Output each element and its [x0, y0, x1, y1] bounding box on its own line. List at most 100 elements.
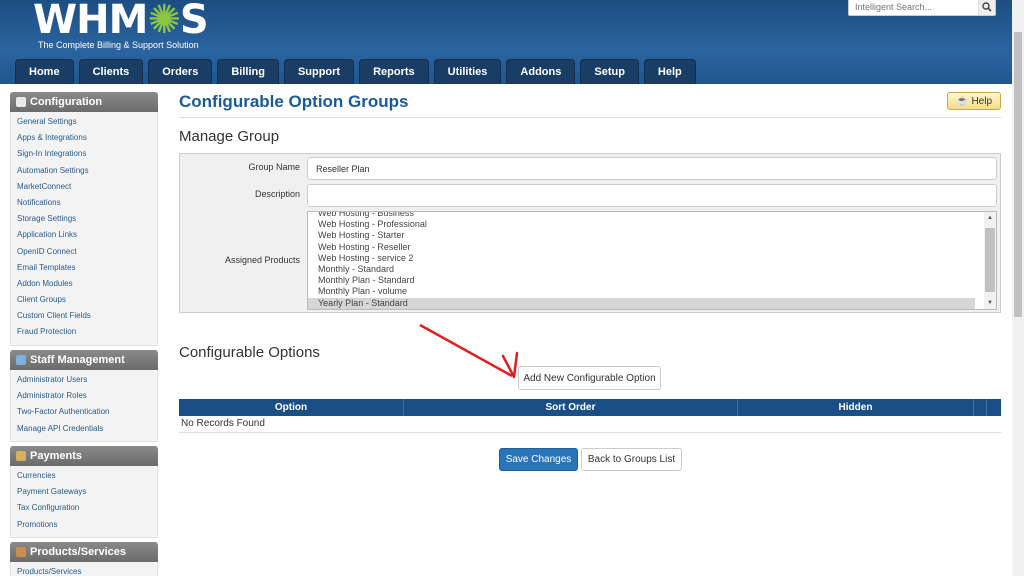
help-label: Help — [971, 95, 993, 107]
no-records-text: No Records Found — [181, 418, 265, 429]
column-header-option[interactable]: Option — [179, 399, 404, 416]
sidebar-heading-products-services: Products/Services — [10, 542, 158, 562]
sidebar-section: Configuration General Settings Apps & Inte… — [10, 92, 158, 346]
sidebar-item-manage-api-credentials[interactable]: Manage API Credentials — [11, 421, 157, 437]
sidebar-item-openid-connect[interactable]: OpenID Connect — [11, 244, 157, 260]
product-option[interactable]: Web Hosting - Business — [308, 212, 975, 219]
nav-tab-reports[interactable]: Reports — [359, 59, 429, 84]
help-button[interactable]: ☕ Help — [947, 92, 1001, 110]
sidebar-heading-label: Payments — [30, 450, 82, 462]
column-header-hidden[interactable]: Hidden — [738, 399, 974, 416]
sidebar-heading-label: Configuration — [30, 96, 103, 108]
add-configurable-option-button[interactable]: Add New Configurable Option — [518, 366, 661, 390]
page-title: Configurable Option Groups — [179, 92, 409, 111]
column-header-sort-order[interactable]: Sort Order — [404, 399, 738, 416]
listbox-scrollbar-thumb[interactable] — [985, 228, 995, 292]
sidebar-item-addon-modules[interactable]: Addon Modules — [11, 276, 157, 292]
whmcs-logo[interactable]: WHM✺S The Complete Billing & Support Sol… — [33, 0, 209, 50]
payments-icon — [16, 451, 26, 461]
search-button[interactable] — [978, 0, 995, 15]
sidebar-item-apps-integrations[interactable]: Apps & Integrations — [11, 130, 157, 146]
nav-tab-utilities[interactable]: Utilities — [433, 59, 502, 84]
sidebar-item-tax-configuration[interactable]: Tax Configuration — [11, 500, 157, 516]
sidebar-item-products-services[interactable]: Products/Services — [11, 564, 157, 576]
sidebar-item-automation-settings[interactable]: Automation Settings — [11, 163, 157, 179]
configuration-icon — [16, 97, 26, 107]
nav-tab-help[interactable]: Help — [643, 59, 696, 84]
manage-group-form: Group Name Reseller Plan Description Ass… — [179, 153, 1001, 313]
product-option[interactable]: Monthly - Standard — [308, 264, 975, 275]
nav-tab-setup[interactable]: Setup — [580, 59, 639, 84]
nav-tab-support[interactable]: Support — [283, 59, 355, 84]
product-option[interactable]: Yearly Plan - Standard — [308, 297, 975, 309]
sidebar-item-promotions[interactable]: Promotions — [11, 517, 157, 533]
sidebar-heading-configuration: Configuration — [10, 92, 158, 112]
configurable-options-title: Configurable Options — [179, 344, 320, 361]
logo-wordmark: WHM✺S — [33, 0, 209, 43]
sidebar-item-payment-gateways[interactable]: Payment Gateways — [11, 484, 157, 500]
manage-group-title: Manage Group — [179, 128, 280, 145]
group-name-label: Group Name — [248, 162, 300, 172]
nav-tab-clients[interactable]: Clients — [78, 59, 144, 84]
sidebar-list: Administrator Users Administrator Roles Tw… — [10, 370, 158, 442]
back-to-groups-button[interactable]: Back to Groups List — [581, 448, 682, 471]
sidebar-list: Currencies Payment Gateways Tax Configurat… — [10, 466, 158, 538]
search-icon — [982, 2, 992, 12]
sidebar-item-application-links[interactable]: Application Links — [11, 227, 157, 243]
nav-tab-home[interactable]: Home — [15, 59, 74, 84]
sidebar-item-two-factor-authentication[interactable]: Two-Factor Authentication — [11, 404, 157, 420]
options-table-header: Option Sort Order Hidden — [179, 399, 1001, 416]
save-changes-button[interactable]: Save Changes — [499, 448, 578, 471]
sidebar-item-fraud-protection[interactable]: Fraud Protection — [11, 324, 157, 340]
products-services-icon — [16, 547, 26, 557]
product-option[interactable]: Web Hosting - Starter — [308, 230, 975, 241]
product-option[interactable]: Web Hosting - Reseller — [308, 242, 975, 253]
sidebar-item-email-templates[interactable]: Email Templates — [11, 260, 157, 276]
sidebar-item-storage-settings[interactable]: Storage Settings — [11, 211, 157, 227]
sidebar-section: Payments Currencies Payment Gateways Tax Co… — [10, 446, 158, 538]
nav-tab-orders[interactable]: Orders — [148, 59, 213, 84]
nav-tab-billing[interactable]: Billing — [217, 59, 279, 84]
app-header: WHM✺S The Complete Billing & Support Sol… — [0, 0, 1012, 84]
group-name-field[interactable]: Reseller Plan — [307, 157, 997, 180]
sidebar-item-client-groups[interactable]: Client Groups — [11, 292, 157, 308]
sidebar-item-notifications[interactable]: Notifications — [11, 195, 157, 211]
sidebar-list: Products/Services — [10, 562, 158, 576]
sidebar-item-administrator-roles[interactable]: Administrator Roles — [11, 388, 157, 404]
sidebar-item-administrator-users[interactable]: Administrator Users — [11, 372, 157, 388]
product-option[interactable]: Web Hosting - service 2 — [308, 253, 975, 264]
column-header-blank — [974, 399, 987, 416]
sidebar-item-general-settings[interactable]: General Settings — [11, 114, 157, 130]
sidebar-heading-payments: Payments — [10, 446, 158, 466]
table-bottom-divider — [179, 432, 1001, 433]
staff-management-icon — [16, 355, 26, 365]
page-scrollbar-thumb[interactable] — [1014, 32, 1022, 317]
title-divider — [179, 117, 1001, 118]
column-header-blank — [987, 399, 1001, 416]
sidebar-heading-label: Products/Services — [30, 546, 126, 558]
help-icon: ☕ — [955, 95, 969, 107]
sidebar-list: General Settings Apps & Integrations Sign-… — [10, 112, 158, 346]
sidebar-heading-staff-management: Staff Management — [10, 350, 158, 370]
sidebar-item-custom-client-fields[interactable]: Custom Client Fields — [11, 308, 157, 324]
product-option[interactable]: Web Hosting - Professional — [308, 219, 975, 230]
assigned-products-label: Assigned Products — [224, 255, 300, 265]
scroll-down-icon[interactable]: ▼ — [984, 297, 996, 309]
sidebar-item-sign-in-integrations[interactable]: Sign-In Integrations — [11, 146, 157, 162]
main-nav: Home Clients Orders Billing Support Reports Ut… — [15, 59, 696, 84]
sidebar-section: Staff Management Administrator Users Admin… — [10, 350, 158, 442]
sidebar-heading-label: Staff Management — [30, 354, 125, 366]
sidebar-item-marketconnect[interactable]: MarketConnect — [11, 179, 157, 195]
nav-tab-addons[interactable]: Addons — [506, 59, 576, 84]
assigned-products-listbox[interactable]: Web Hosting - Business Web Hosting - Prof… — [307, 211, 997, 310]
scroll-up-icon[interactable]: ▲ — [984, 212, 996, 224]
search-input[interactable] — [849, 0, 978, 15]
description-label: Description — [254, 189, 300, 199]
description-field[interactable] — [307, 184, 997, 207]
product-option[interactable]: Monthly Plan - volume — [308, 286, 975, 297]
product-option[interactable]: Monthly Plan - Standard — [308, 275, 975, 286]
sidebar-item-currencies[interactable]: Currencies — [11, 468, 157, 484]
page-scrollbar[interactable] — [1012, 0, 1024, 576]
listbox-scrollbar[interactable]: ▲ ▼ — [984, 212, 996, 309]
logo-tagline: The Complete Billing & Support Solution — [38, 40, 199, 50]
